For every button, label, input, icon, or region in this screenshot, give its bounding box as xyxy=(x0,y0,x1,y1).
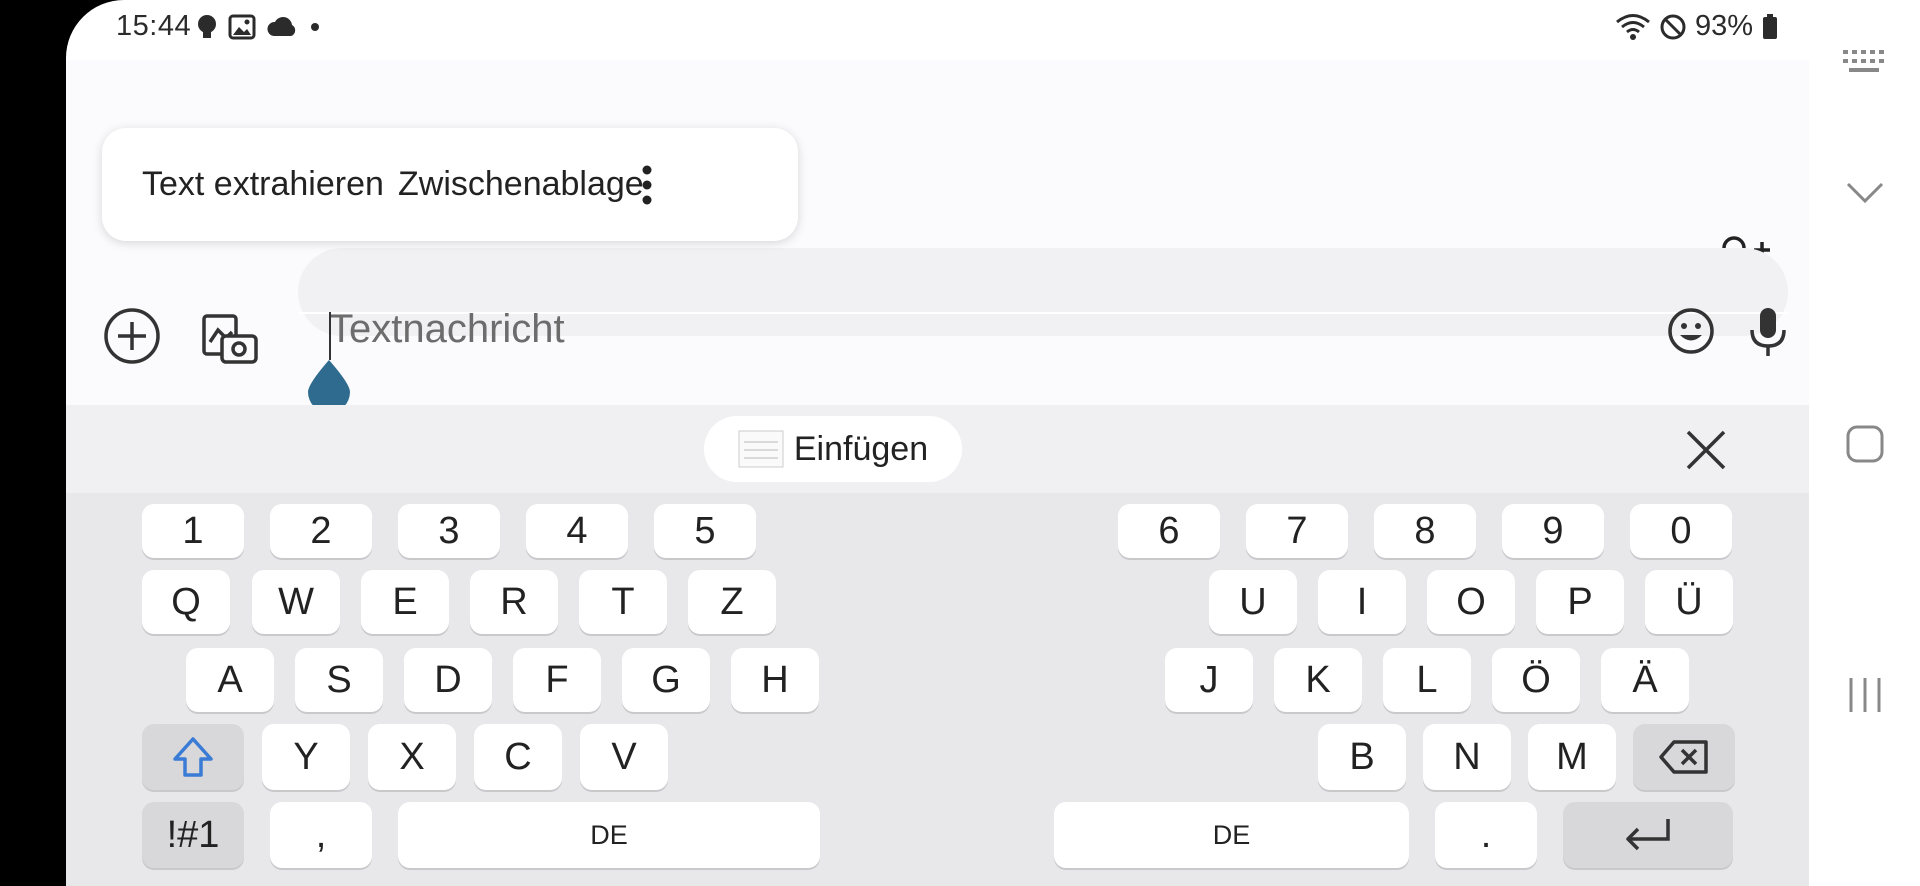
backspace-icon xyxy=(1659,740,1708,774)
key-t[interactable]: T xyxy=(579,570,667,634)
key-n[interactable]: N xyxy=(1423,724,1511,790)
text-selection-popup: Text extrahieren Zwischenablage xyxy=(102,128,798,241)
key-l[interactable]: L xyxy=(1383,648,1471,712)
lightbulb-icon xyxy=(198,15,216,38)
key-x[interactable]: X xyxy=(368,724,456,790)
system-icons: 93% xyxy=(1615,10,1779,43)
shift-icon xyxy=(173,737,213,777)
key-f[interactable]: F xyxy=(513,648,601,712)
battery-percentage: 93% xyxy=(1694,10,1753,42)
key-w[interactable]: W xyxy=(252,570,340,634)
enter-icon xyxy=(1626,819,1670,851)
image-icon xyxy=(228,14,256,40)
key-c[interactable]: C xyxy=(474,724,562,790)
key-y[interactable]: Y xyxy=(262,724,350,790)
key-g[interactable]: G xyxy=(622,648,710,712)
key-d[interactable]: D xyxy=(404,648,492,712)
key-z[interactable]: Z xyxy=(688,570,776,634)
shift-key[interactable] xyxy=(142,724,244,790)
key-3[interactable]: 3 xyxy=(398,504,500,558)
symbols-key[interactable]: !#1 xyxy=(142,802,244,868)
gallery-camera-icon[interactable] xyxy=(200,306,260,366)
key-5[interactable]: 5 xyxy=(654,504,756,558)
space-key-left[interactable]: DE xyxy=(398,802,820,868)
key-8[interactable]: 8 xyxy=(1374,504,1476,558)
key-q[interactable]: Q xyxy=(142,570,230,634)
key-6[interactable]: 6 xyxy=(1118,504,1220,558)
key-m[interactable]: M xyxy=(1528,724,1616,790)
key-9[interactable]: 9 xyxy=(1502,504,1604,558)
backspace-key[interactable] xyxy=(1633,724,1735,790)
key-2[interactable]: 2 xyxy=(270,504,372,558)
keyboard-toggle-icon[interactable] xyxy=(1841,48,1887,74)
key-h[interactable]: H xyxy=(731,648,819,712)
key-b[interactable]: B xyxy=(1318,724,1406,790)
do-not-disturb-icon xyxy=(1660,14,1686,39)
extract-text-option[interactable]: Text extrahieren xyxy=(142,165,384,204)
key-4[interactable]: 4 xyxy=(526,504,628,558)
key-v[interactable]: V xyxy=(580,724,668,790)
home-icon[interactable] xyxy=(1845,424,1885,464)
paste-suggestion-button[interactable]: Einfügen xyxy=(704,416,962,482)
key-u[interactable]: U xyxy=(1209,570,1297,634)
navigation-bar xyxy=(1809,0,1920,886)
wifi-icon xyxy=(1616,13,1650,40)
key-r[interactable]: R xyxy=(470,570,558,634)
key-i[interactable]: I xyxy=(1318,570,1406,634)
key-1[interactable]: 1 xyxy=(142,504,244,558)
emoji-icon[interactable] xyxy=(1666,306,1716,356)
key-j[interactable]: J xyxy=(1165,648,1253,712)
key-7[interactable]: 7 xyxy=(1246,504,1348,558)
phone-screen: 15:44 93% Textnachricht Einfügen 1 2 3 4… xyxy=(66,0,1920,886)
clipboard-thumbnail-icon xyxy=(738,430,784,468)
hide-keyboard-icon[interactable] xyxy=(1845,180,1885,206)
space-key-right[interactable]: DE xyxy=(1054,802,1409,868)
key-0[interactable]: 0 xyxy=(1630,504,1732,558)
add-attachment-icon[interactable] xyxy=(102,306,162,366)
dot-icon xyxy=(311,23,319,31)
message-input-placeholder: Textnachricht xyxy=(329,307,565,351)
close-icon[interactable] xyxy=(1684,428,1728,472)
clock: 15:44 xyxy=(116,10,192,42)
battery-icon xyxy=(1763,13,1777,39)
key-s[interactable]: S xyxy=(295,648,383,712)
status-bar: 15:44 93% xyxy=(66,0,1809,60)
text-cursor xyxy=(329,312,331,360)
key-ae[interactable]: Ä xyxy=(1601,648,1689,712)
microphone-icon[interactable] xyxy=(1746,304,1790,360)
enter-key[interactable] xyxy=(1563,802,1733,868)
notification-icons xyxy=(196,14,322,40)
key-p[interactable]: P xyxy=(1536,570,1624,634)
key-k[interactable]: K xyxy=(1274,648,1362,712)
period-key[interactable]: . xyxy=(1435,802,1537,868)
recent-apps-icon[interactable] xyxy=(1847,676,1883,714)
key-oe[interactable]: Ö xyxy=(1492,648,1580,712)
key-a[interactable]: A xyxy=(186,648,274,712)
comma-key[interactable]: , xyxy=(270,802,372,868)
key-ue[interactable]: Ü xyxy=(1645,570,1733,634)
key-e[interactable]: E xyxy=(361,570,449,634)
key-o[interactable]: O xyxy=(1427,570,1515,634)
cloud-icon xyxy=(267,17,296,36)
paste-label: Einfügen xyxy=(793,429,929,468)
clipboard-option[interactable]: Zwischenablage xyxy=(398,165,644,204)
more-options-icon[interactable] xyxy=(640,164,654,206)
